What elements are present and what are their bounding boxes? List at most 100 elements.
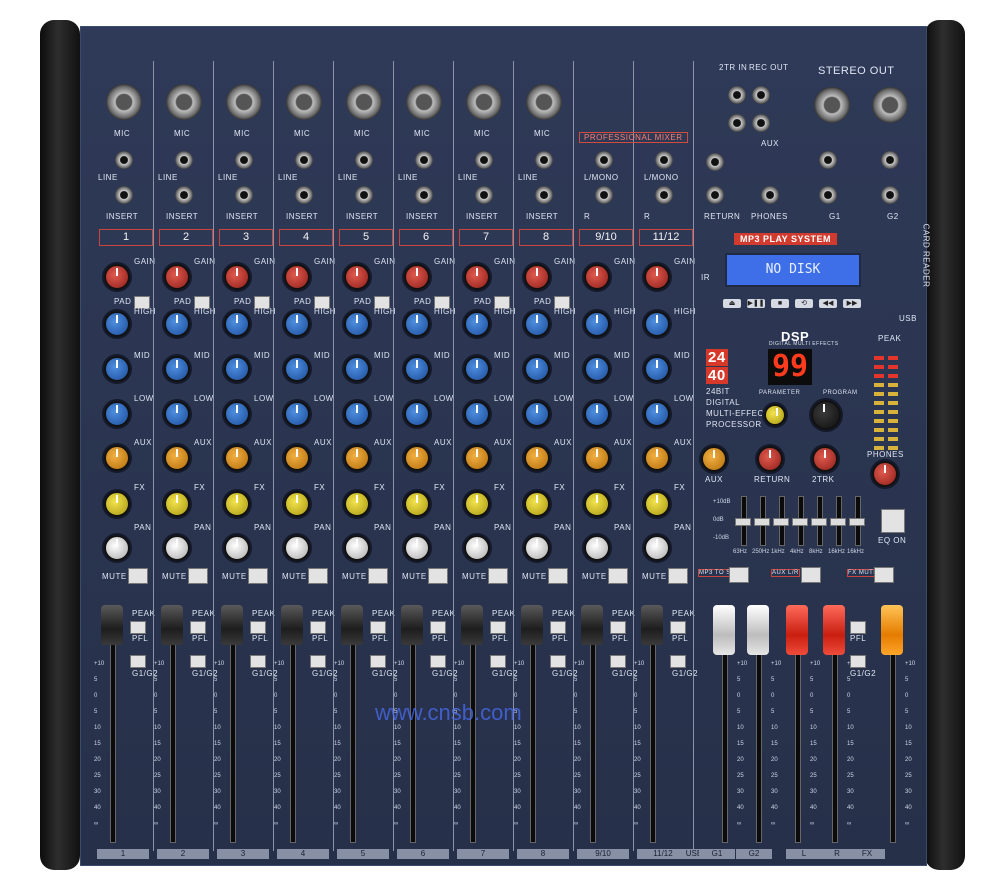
pan-knob[interactable] [344, 535, 370, 561]
xlr-input-jack[interactable] [226, 84, 262, 120]
fx-send-knob[interactable] [524, 491, 550, 517]
mute-button[interactable] [488, 568, 508, 584]
insert-jack[interactable] [175, 186, 193, 204]
group-1-fader-cap[interactable] [713, 605, 735, 655]
g1g2-button[interactable] [490, 655, 506, 668]
gain-knob[interactable] [404, 264, 430, 290]
low-eq-knob[interactable] [224, 401, 250, 427]
line-input-jack[interactable] [175, 151, 193, 169]
return-left-jack[interactable] [706, 186, 724, 204]
pan-knob[interactable] [404, 535, 430, 561]
channel-fader-cap[interactable] [641, 605, 663, 645]
pan-knob[interactable] [644, 535, 670, 561]
insert-jack[interactable] [475, 186, 493, 204]
low-eq-knob[interactable] [164, 401, 190, 427]
stereo-out-left-xlr[interactable] [814, 87, 850, 123]
gain-knob[interactable] [344, 264, 370, 290]
pfl-button[interactable] [670, 621, 686, 634]
mute-button[interactable] [188, 568, 208, 584]
tape-in-left-jack[interactable] [728, 86, 746, 104]
aux-send-knob[interactable] [404, 445, 430, 471]
pfl-button[interactable] [310, 621, 326, 634]
mid-eq-knob[interactable] [644, 356, 670, 382]
aux-send-knob[interactable] [644, 445, 670, 471]
graphic-eq-slider[interactable] [830, 518, 846, 526]
gain-knob[interactable] [644, 264, 670, 290]
line-input-jack[interactable] [295, 151, 313, 169]
group-2-jack[interactable] [881, 186, 899, 204]
line-input-jack[interactable] [355, 151, 373, 169]
fx-fader-cap[interactable] [881, 605, 903, 655]
high-eq-knob[interactable] [404, 311, 430, 337]
phones-jack[interactable] [761, 186, 779, 204]
channel-fader-cap[interactable] [101, 605, 123, 645]
master-2track-knob[interactable] [812, 446, 838, 472]
gain-knob[interactable] [524, 264, 550, 290]
g1g2-button[interactable] [250, 655, 266, 668]
insert-jack[interactable] [355, 186, 373, 204]
parameter-knob[interactable] [764, 404, 786, 426]
insert-jack[interactable] [535, 186, 553, 204]
fx-send-knob[interactable] [284, 491, 310, 517]
fx-send-knob[interactable] [584, 491, 610, 517]
pfl-button[interactable] [610, 621, 626, 634]
low-eq-knob[interactable] [284, 401, 310, 427]
graphic-eq-slider[interactable] [811, 518, 827, 526]
aux-send-knob[interactable] [224, 445, 250, 471]
gain-knob[interactable] [284, 264, 310, 290]
line-input-jack[interactable] [475, 151, 493, 169]
high-eq-knob[interactable] [344, 311, 370, 337]
graphic-eq-slider[interactable] [849, 518, 865, 526]
line-left-input-jack[interactable] [595, 151, 613, 169]
g1g2-button[interactable] [430, 655, 446, 668]
rec-out-right-jack[interactable] [752, 114, 770, 132]
channel-fader-cap[interactable] [341, 605, 363, 645]
pfl-button[interactable] [490, 621, 506, 634]
mute-button[interactable] [368, 568, 388, 584]
pfl-button[interactable] [550, 621, 566, 634]
pan-knob[interactable] [164, 535, 190, 561]
main-out-left-jack[interactable] [819, 151, 837, 169]
pan-knob[interactable] [524, 535, 550, 561]
mid-eq-knob[interactable] [344, 356, 370, 382]
insert-jack[interactable] [295, 186, 313, 204]
gain-knob[interactable] [224, 264, 250, 290]
insert-jack[interactable] [235, 186, 253, 204]
mute-button[interactable] [548, 568, 568, 584]
mp3-transport-button[interactable]: ⏏ [723, 299, 741, 308]
low-eq-knob[interactable] [464, 401, 490, 427]
gain-knob[interactable] [584, 264, 610, 290]
fx-mute-button[interactable] [874, 567, 894, 583]
fx-send-knob[interactable] [224, 491, 250, 517]
channel-fader-cap[interactable] [161, 605, 183, 645]
g1g2-button[interactable] [190, 655, 206, 668]
mp3-transport-button[interactable]: ■ [771, 299, 789, 308]
graphic-eq-slider[interactable] [773, 518, 789, 526]
g1g2-button[interactable] [610, 655, 626, 668]
line-right-input-jack[interactable] [595, 186, 613, 204]
fx-send-knob[interactable] [404, 491, 430, 517]
mid-eq-knob[interactable] [464, 356, 490, 382]
high-eq-knob[interactable] [464, 311, 490, 337]
aux-send-knob[interactable] [164, 445, 190, 471]
pfl-button[interactable] [130, 621, 146, 634]
mute-button[interactable] [608, 568, 628, 584]
xlr-input-jack[interactable] [466, 84, 502, 120]
graphic-eq-slider[interactable] [754, 518, 770, 526]
aux-send-knob[interactable] [344, 445, 370, 471]
mid-eq-knob[interactable] [164, 356, 190, 382]
tape-in-right-jack[interactable] [728, 114, 746, 132]
aux-lr-button[interactable] [801, 567, 821, 583]
channel-fader-cap[interactable] [521, 605, 543, 645]
mid-eq-knob[interactable] [104, 356, 130, 382]
xlr-input-jack[interactable] [526, 84, 562, 120]
g1g2-button[interactable] [310, 655, 326, 668]
aux-out-jack[interactable] [706, 153, 724, 171]
mp3-transport-button[interactable]: ▶❚❚ [747, 299, 765, 308]
rec-out-left-jack[interactable] [752, 86, 770, 104]
aux-send-knob[interactable] [464, 445, 490, 471]
channel-fader-cap[interactable] [281, 605, 303, 645]
pan-knob[interactable] [464, 535, 490, 561]
fx-pfl-button[interactable] [850, 621, 866, 634]
gain-knob[interactable] [104, 264, 130, 290]
